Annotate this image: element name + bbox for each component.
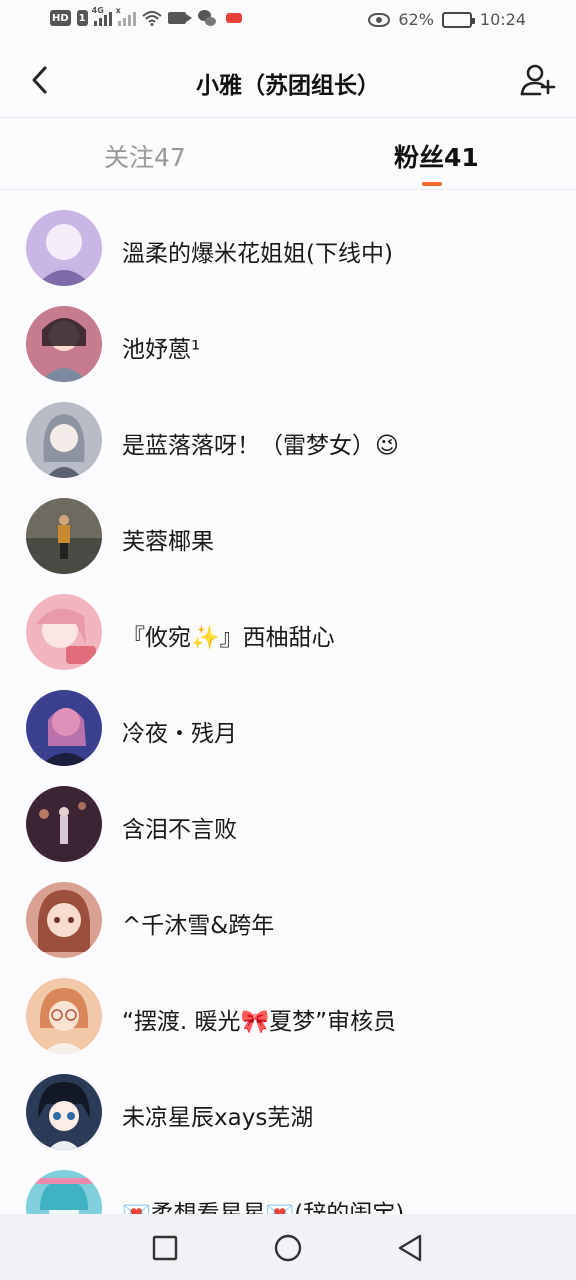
status-right: 62% 10:24: [368, 10, 526, 29]
tab-fans[interactable]: 粉丝41: [394, 138, 479, 174]
avatar: [26, 1074, 102, 1150]
home-button[interactable]: [272, 1232, 304, 1264]
video-camera-icon: [167, 12, 192, 24]
fan-name: 是蓝落落呀！（雷梦女）😉: [122, 433, 399, 459]
list-item[interactable]: 💌柔想看星星💌(辞的闺宝): [0, 1150, 576, 1214]
avatar: [26, 306, 102, 382]
battery-icon: [441, 11, 475, 28]
avatar: [26, 690, 102, 766]
avatar: [26, 978, 102, 1054]
status-bar: HD 1 4G x 62% 10:24: [0, 0, 576, 42]
wechat-icon: [197, 10, 216, 26]
page-title: 小雅（苏团组长）: [196, 73, 380, 99]
active-tab-indicator: [422, 182, 442, 186]
system-nav-bar: [0, 1214, 576, 1280]
list-item[interactable]: 『攸宛✨』西柚甜心: [0, 574, 576, 670]
fan-name: ^千沐雪&跨年: [122, 913, 275, 939]
hd-icon: HD: [50, 10, 71, 26]
fan-name: 芙蓉椰果: [122, 529, 214, 555]
fan-name: 池妤蒽¹: [122, 337, 201, 363]
tab-following[interactable]: 关注47: [104, 138, 186, 174]
avatar: [26, 594, 102, 670]
circle-icon: [274, 1234, 302, 1262]
fan-name: 含泪不言败: [122, 817, 237, 843]
eye-comfort-icon: [368, 12, 391, 27]
status-left: HD 1 4G x: [50, 6, 242, 26]
battery-percent: 62%: [398, 10, 434, 29]
fan-name: 💌柔想看星星💌(辞的闺宝): [122, 1201, 405, 1214]
recent-apps-button[interactable]: [149, 1232, 181, 1264]
fan-name: 溫柔的爆米花姐姐(下线中): [122, 241, 393, 267]
fan-name: 冷夜・残月: [122, 721, 237, 747]
add-user-icon: [520, 64, 556, 96]
avatar: [26, 786, 102, 862]
list-item[interactable]: 冷夜・残月: [0, 670, 576, 766]
avatar: [26, 210, 102, 286]
list-item[interactable]: 芙蓉椰果: [0, 478, 576, 574]
signal-icon: 4G: [92, 6, 112, 26]
signal-2-icon: x: [116, 6, 136, 26]
screen: HD 1 4G x 62% 10:24 小雅（苏团组长） 关注47 粉丝41 溫…: [0, 0, 576, 1280]
avatar: [26, 1170, 102, 1214]
add-user-button[interactable]: [518, 60, 558, 100]
app-notification-icon: [225, 13, 242, 23]
list-item[interactable]: 池妤蒽¹: [0, 286, 576, 382]
avatar: [26, 402, 102, 478]
list-item[interactable]: 溫柔的爆米花姐姐(下线中): [0, 190, 576, 286]
list-item[interactable]: “摆渡. 暖光🎀夏梦”审核员: [0, 958, 576, 1054]
sim-icon: 1: [76, 10, 88, 26]
square-icon: [152, 1235, 178, 1261]
network-2-label: x: [115, 6, 121, 15]
fan-name: 未凉星辰xays芜湖: [122, 1105, 314, 1131]
list-item[interactable]: 含泪不言败: [0, 766, 576, 862]
avatar: [26, 882, 102, 958]
tab-bar: 关注47 粉丝41: [0, 118, 576, 190]
list-item[interactable]: 是蓝落落呀！（雷梦女）😉: [0, 382, 576, 478]
system-back-button[interactable]: [394, 1232, 426, 1264]
fan-name: “摆渡. 暖光🎀夏梦”审核员: [122, 1009, 397, 1035]
fan-name: 『攸宛✨』西柚甜心: [122, 625, 335, 651]
fan-list: 溫柔的爆米花姐姐(下线中) 池妤蒽¹ 是蓝落落呀！（雷梦女）😉 芙蓉椰果 『攸宛…: [0, 190, 576, 1214]
avatar: [26, 498, 102, 574]
triangle-back-icon: [398, 1234, 422, 1262]
list-item[interactable]: ^千沐雪&跨年: [0, 862, 576, 958]
network-type-label: 4G: [91, 6, 104, 15]
top-bar: 小雅（苏团组长）: [0, 42, 576, 118]
wifi-icon: [141, 11, 162, 26]
clock: 10:24: [479, 10, 526, 29]
list-item[interactable]: 未凉星辰xays芜湖: [0, 1054, 576, 1150]
